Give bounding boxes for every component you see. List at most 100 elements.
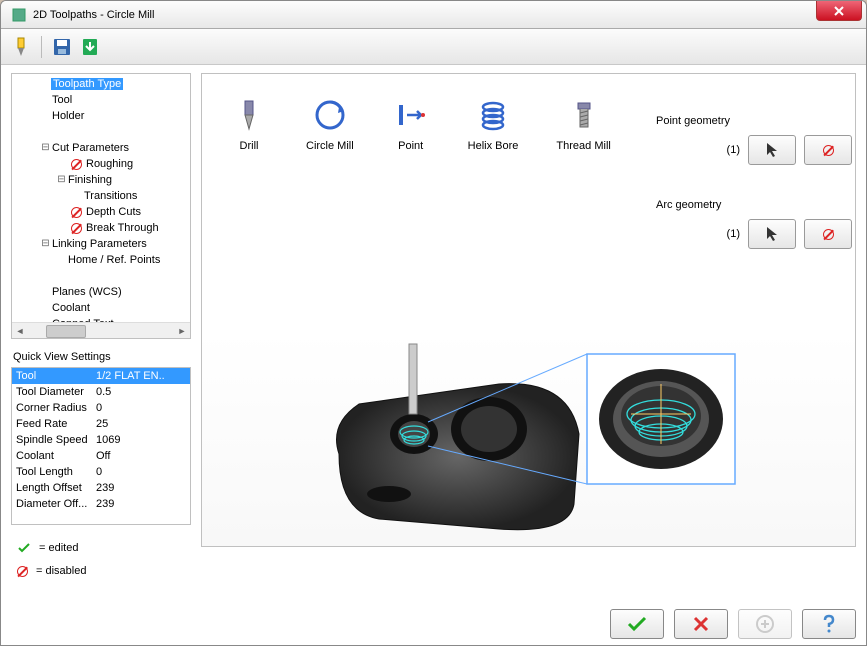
tree-item[interactable]: Home / Ref. Points	[12, 252, 190, 268]
toolpath-point[interactable]: Point	[392, 96, 430, 152]
qv-key: Tool Length	[16, 466, 96, 478]
qv-value: Off	[96, 450, 186, 462]
tree-item[interactable]: Planes (WCS)	[12, 284, 190, 300]
tree-item-label: Cut Parameters	[51, 142, 130, 154]
toolpath-circle[interactable]: Circle Mill	[306, 96, 354, 152]
tree-item[interactable]: ⊟Linking Parameters	[12, 236, 190, 252]
tree-item-label: Toolpath Type	[51, 78, 123, 90]
tree-item[interactable]: Break Through	[12, 220, 190, 236]
tree-item-label: Break Through	[85, 222, 160, 234]
import-button[interactable]	[78, 35, 102, 59]
preview-image	[202, 332, 855, 546]
scroll-left-icon[interactable]: ◄	[12, 323, 28, 339]
tree-item[interactable]: Roughing	[12, 156, 190, 172]
window-title: 2D Toolpaths - Circle Mill	[33, 9, 154, 21]
scroll-thumb[interactable]	[46, 325, 86, 338]
point-select-button[interactable]	[748, 135, 796, 165]
toolpath-thread[interactable]: Thread Mill	[556, 96, 610, 152]
tree-item-label: Holder	[51, 110, 85, 122]
tool-button[interactable]	[9, 35, 33, 59]
point-geometry-label: Point geometry	[656, 115, 856, 127]
tree-item[interactable]: ⊟Finishing	[12, 172, 190, 188]
quick-view-row[interactable]: CoolantOff	[12, 448, 190, 464]
scroll-right-icon[interactable]: ►	[174, 323, 190, 339]
point-geometry-count: (1)	[716, 144, 740, 156]
titlebar: 2D Toolpaths - Circle Mill	[1, 1, 866, 29]
save-button[interactable]	[50, 35, 74, 59]
qv-value: 239	[96, 498, 186, 510]
point-clear-button[interactable]	[804, 135, 852, 165]
qv-key: Corner Radius	[16, 402, 96, 414]
cancel-button[interactable]	[674, 609, 728, 639]
question-icon	[820, 614, 838, 634]
toolpath-helix[interactable]: Helix Bore	[468, 96, 519, 152]
collapse-icon[interactable]: ⊟	[56, 175, 67, 186]
tree-item-label: Roughing	[85, 158, 134, 170]
tree-hscroll[interactable]: ◄ ►	[12, 322, 190, 339]
thread-icon	[565, 96, 603, 134]
qv-value: 25	[96, 418, 186, 430]
tree-item[interactable]: Toolpath Type	[12, 76, 190, 92]
tree-item-label: Home / Ref. Points	[67, 254, 161, 266]
qv-value: 239	[96, 482, 186, 494]
legend-edited: = edited	[17, 541, 191, 555]
disabled-icon	[69, 205, 83, 219]
tree-item[interactable]: Tool	[12, 92, 190, 108]
tree-item[interactable]	[12, 124, 190, 140]
arc-geometry-label: Arc geometry	[656, 199, 856, 211]
dialog-buttons	[610, 609, 856, 639]
tree-item[interactable]: Depth Cuts	[12, 204, 190, 220]
tool-icon	[11, 36, 31, 58]
quick-view-row[interactable]: Corner Radius0	[12, 400, 190, 416]
close-icon	[833, 5, 845, 17]
tree-item[interactable]: Holder	[12, 108, 190, 124]
qv-value: 0	[96, 466, 186, 478]
toolpath-label: Point	[398, 140, 423, 152]
quick-view-row[interactable]: Feed Rate25	[12, 416, 190, 432]
disabled-icon	[69, 221, 83, 235]
legend-disabled-label: = disabled	[36, 565, 86, 577]
ok-button[interactable]	[610, 609, 664, 639]
quick-view-row[interactable]: Tool1/2 FLAT EN..	[12, 368, 190, 384]
parameter-tree[interactable]: Toolpath TypeToolHolder⊟Cut ParametersRo…	[12, 74, 190, 322]
helix-icon	[474, 96, 512, 134]
add-button[interactable]	[738, 609, 792, 639]
save-icon	[52, 37, 72, 57]
point-geometry-group: Point geometry (1)	[656, 115, 856, 165]
collapse-icon[interactable]: ⊟	[40, 239, 51, 250]
quick-view-row[interactable]: Tool Diameter0.5	[12, 384, 190, 400]
check-icon	[626, 615, 648, 633]
quick-view-row[interactable]: Tool Length0	[12, 464, 190, 480]
cursor-icon	[764, 225, 780, 243]
quick-view-row[interactable]: Length Offset239	[12, 480, 190, 496]
toolpath-label: Thread Mill	[556, 140, 610, 152]
tree-item-label: Tool	[51, 94, 73, 106]
tree-item[interactable]	[12, 268, 190, 284]
qv-value: 1069	[96, 434, 186, 446]
content-area: Toolpath TypeToolHolder⊟Cut ParametersRo…	[1, 65, 866, 646]
disabled-icon	[69, 157, 83, 171]
qv-value: 0.5	[96, 386, 186, 398]
app-icon	[11, 7, 27, 23]
tree-item-label: Transitions	[83, 190, 138, 202]
right-pane: Drill Circle Mill Point Helix Bore Thread Mi…	[197, 65, 866, 646]
check-icon	[17, 541, 31, 555]
quick-view-row[interactable]: Spindle Speed1069	[12, 432, 190, 448]
clear-icon	[823, 229, 834, 240]
help-button[interactable]	[802, 609, 856, 639]
legend-edited-label: = edited	[39, 542, 78, 554]
quick-view-row[interactable]: Diameter Off...239	[12, 496, 190, 512]
quick-view-list[interactable]: Tool1/2 FLAT EN..Tool Diameter0.5Corner …	[12, 368, 190, 525]
point-icon	[392, 96, 430, 134]
arc-select-button[interactable]	[748, 219, 796, 249]
arc-clear-button[interactable]	[804, 219, 852, 249]
toolpath-label: Helix Bore	[468, 140, 519, 152]
collapse-icon[interactable]: ⊟	[40, 143, 51, 154]
toolpath-drill[interactable]: Drill	[230, 96, 268, 152]
tree-item[interactable]: Coolant	[12, 300, 190, 316]
toolbar-separator	[41, 36, 42, 58]
circle-icon	[311, 96, 349, 134]
close-button[interactable]	[816, 1, 862, 21]
tree-item[interactable]: Transitions	[12, 188, 190, 204]
tree-item[interactable]: ⊟Cut Parameters	[12, 140, 190, 156]
